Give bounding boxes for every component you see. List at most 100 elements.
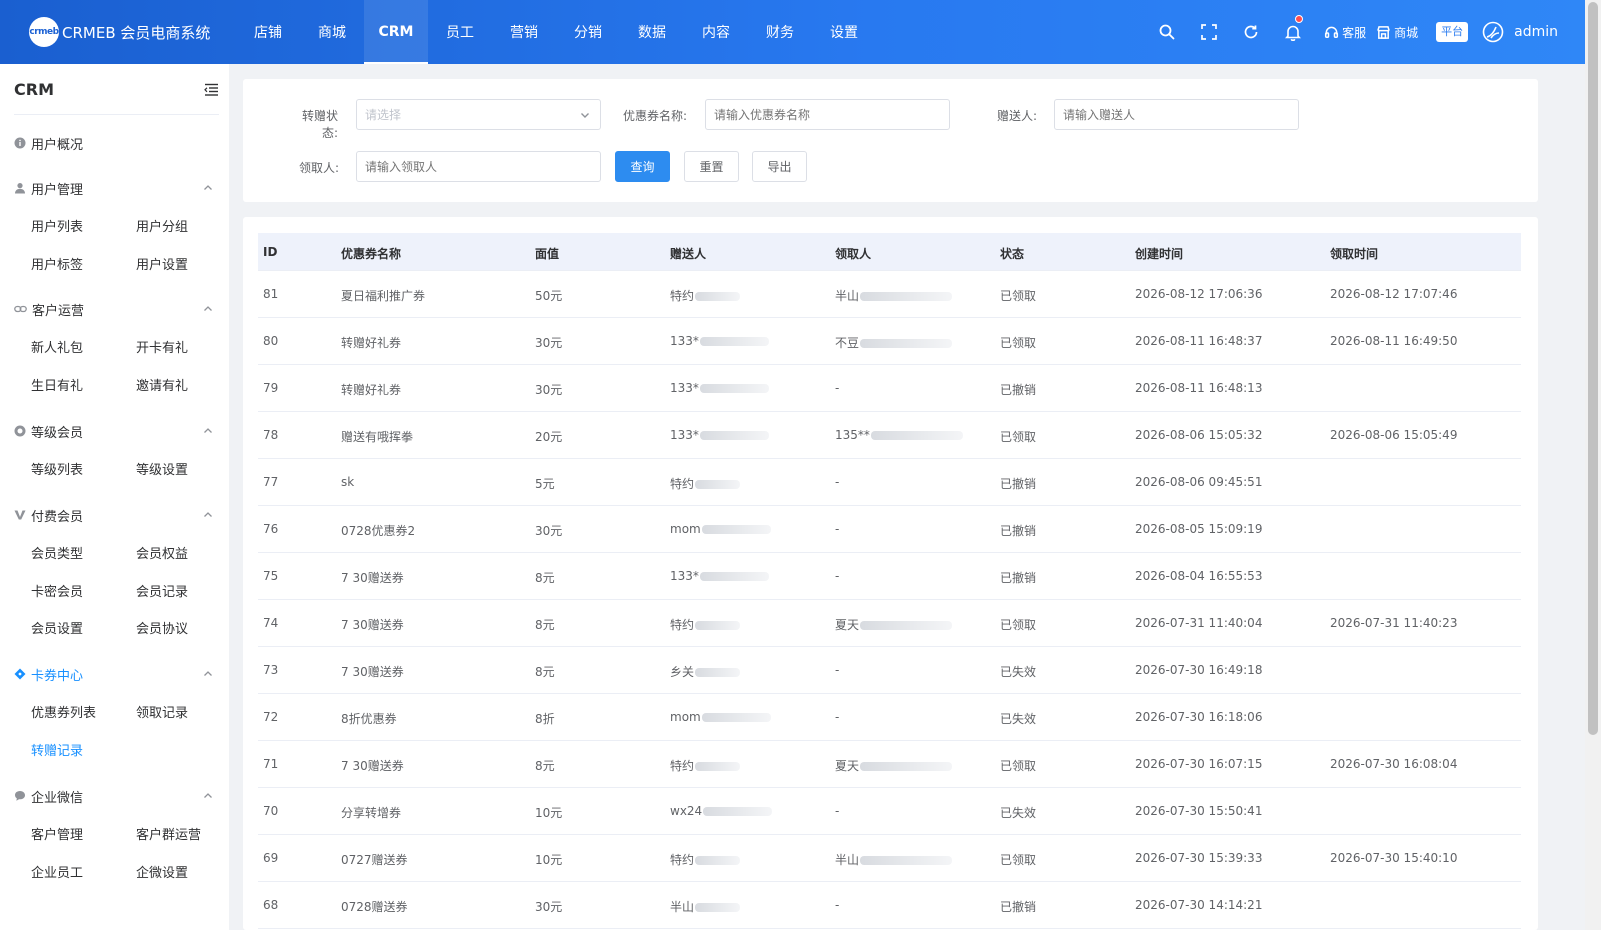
cell-giver: 133* (670, 428, 769, 442)
sidebar-item-1-1[interactable]: 开卡有礼 (136, 337, 188, 356)
sidebar-group-label: 付费会员 (31, 509, 84, 525)
cell-value: 8元 (535, 616, 555, 633)
table-row[interactable]: 68 0728赠送券 30元 半山 - 已撤销 2026-07-30 14:14:21 (258, 882, 1521, 929)
sidebar-item-0-1[interactable]: 用户分组 (136, 216, 188, 235)
sidebar-group-1[interactable]: 客户运营 (14, 299, 213, 319)
transfer-records-panel: ID 优惠券名称 面值 赠送人 领取人 状态 创建时间 领取时间 81 夏日福利推广券 50元 特约… (243, 217, 1538, 930)
sidebar-item-3-2[interactable]: 卡密会员 (31, 581, 83, 600)
sidebar-item-2-1[interactable]: 等级设置 (136, 459, 188, 478)
scrollbar-thumb[interactable] (1588, 2, 1598, 735)
search-icon[interactable] (1146, 0, 1188, 64)
cell-created-text: 2026-08-04 16:55:53 (1135, 569, 1263, 583)
cell-name-text: 0728赠送券 (341, 900, 408, 914)
sidebar-item-5-0[interactable]: 客户管理 (31, 824, 83, 843)
customer-service-link[interactable]: 客服 (1324, 0, 1366, 64)
page-scrollbar[interactable] (1585, 0, 1601, 930)
cell-receiver-text: - (835, 475, 840, 489)
column-header-4: 领取人 (835, 247, 872, 261)
sidebar-item-5-1[interactable]: 客户群运营 (136, 824, 201, 843)
sidebar-group-4[interactable]: 卡券中心 (14, 664, 213, 684)
sidebar-item-4-0[interactable]: 优惠券列表 (31, 702, 96, 721)
coupon-name-input[interactable] (705, 99, 950, 130)
sidebar-item-1-3[interactable]: 邀请有礼 (136, 375, 188, 394)
export-button[interactable]: 导出 (752, 151, 807, 182)
admin-username[interactable]: admin (1514, 24, 1558, 40)
table-row[interactable]: 69 0727赠送券 10元 特约 半山 已领取 2026-07-30 15:39:33 20… (258, 835, 1521, 882)
fullscreen-icon[interactable] (1188, 0, 1230, 64)
cell-receiver: 135** (835, 428, 963, 442)
sidebar-item-3-4[interactable]: 会员设置 (31, 618, 83, 637)
cell-status-text: 已领取 (1000, 289, 1037, 303)
reset-button[interactable]: 重置 (684, 151, 739, 182)
cell-value: 10元 (535, 804, 562, 821)
table-row[interactable]: 74 7 30赠送券 8元 特约 夏天 已领取 2026-07-31 11:40:04 202… (258, 600, 1521, 647)
sidebar-item-2-0[interactable]: 等级列表 (31, 459, 83, 478)
sidebar-group-label: 客户运营 (32, 303, 85, 319)
table-row[interactable]: 70 分享转增券 10元 wx24 - 已失效 2026-07-30 15:50:41 (258, 788, 1521, 835)
cell-value: 30元 (535, 381, 562, 398)
sidebar-group-0[interactable]: 用户管理 (14, 178, 213, 198)
sidebar-item-0-0[interactable]: 用户列表 (31, 216, 83, 235)
search-button[interactable]: 查询 (615, 151, 670, 182)
sidebar-item-0-3[interactable]: 用户设置 (136, 254, 188, 273)
mall-link[interactable]: 商城 (1376, 0, 1418, 64)
cell-receiver: - (835, 522, 839, 536)
nav-item-8[interactable]: 财务 (748, 0, 812, 64)
receiver-input[interactable] (356, 151, 601, 182)
nav-item-1[interactable]: 商城 (300, 0, 364, 64)
cell-name-text: 7 30赠送券 (341, 665, 404, 679)
cell-giver-text: 133* (670, 381, 699, 395)
nav-item-5[interactable]: 分销 (556, 0, 620, 64)
table-row[interactable]: 78 赠送有哦挥拳 20元 133* 135** 已领取 2026-08-06 15:05:… (258, 412, 1521, 459)
sidebar-item-5-2[interactable]: 企业员工 (31, 862, 83, 881)
sidebar-item-3-5[interactable]: 会员协议 (136, 618, 188, 637)
table-row[interactable]: 72 8折优惠券 8折 mom - 已失效 2026-07-30 16:18:06 (258, 694, 1521, 741)
nav-item-6[interactable]: 数据 (620, 0, 684, 64)
table-row[interactable]: 79 转赠好礼券 30元 133* - 已撤销 2026-08-11 16:48:13 (258, 365, 1521, 412)
avatar-icon[interactable] (1482, 21, 1504, 43)
sidebar-group-label: 企业微信 (31, 790, 84, 806)
table-row[interactable]: 71 7 30赠送券 8元 特约 夏天 已领取 2026-07-30 16:07:15 202… (258, 741, 1521, 788)
nav-item-0[interactable]: 店铺 (236, 0, 300, 64)
giver-input[interactable] (1054, 99, 1299, 130)
cell-receiver-text: 135** (835, 428, 870, 442)
table-row[interactable]: 73 7 30赠送券 8元 乡关 - 已失效 2026-07-30 16:49:18 (258, 647, 1521, 694)
table-row[interactable]: 80 转赠好礼券 30元 133* 不豆 已领取 2026-08-11 16:48:37 20… (258, 318, 1521, 365)
cell-receiver: 不豆 (835, 334, 953, 351)
refresh-icon[interactable] (1230, 0, 1272, 64)
nav-item-4[interactable]: 营销 (492, 0, 556, 64)
cell-created: 2026-08-06 09:45:51 (1135, 475, 1262, 489)
brand-logo[interactable]: crmeb CRMEB 会员电商系统 (0, 17, 236, 47)
column-header-2: 面值 (535, 247, 560, 261)
collapse-menu-icon[interactable] (204, 83, 219, 96)
sidebar-item-1-0[interactable]: 新人礼包 (31, 337, 83, 356)
status-select[interactable]: 请选择 (356, 99, 601, 130)
sidebar-item-4-2[interactable]: 转赠记录 (31, 740, 83, 759)
sidebar-item-3-0[interactable]: 会员类型 (31, 543, 83, 562)
sidebar-group-3[interactable]: 付费会员 (14, 505, 213, 525)
table-row[interactable]: 75 7 30赠送券 8元 133* - 已撤销 2026-08-04 16:55:53 (258, 553, 1521, 600)
cell-value-text: 5元 (535, 477, 555, 491)
table-row[interactable]: 81 夏日福利推广券 50元 特约 半山 已领取 2026-08-12 17:06:36 20… (258, 271, 1521, 318)
platform-button[interactable]: 平台 (1436, 22, 1469, 42)
table-row[interactable]: 77 sk 5元 特约 - 已撤销 2026-08-06 09:45:51 (258, 459, 1521, 506)
nav-item-3[interactable]: 员工 (428, 0, 492, 64)
sidebar-item-1-2[interactable]: 生日有礼 (31, 375, 83, 394)
cell-id-text: 75 (263, 569, 279, 583)
nav-item-7[interactable]: 内容 (684, 0, 748, 64)
nav-item-2[interactable]: CRM (364, 0, 428, 64)
sidebar-item-0-2[interactable]: 用户标签 (31, 254, 83, 273)
cell-received: 2026-08-06 15:05:49 (1330, 428, 1457, 442)
cell-id: 73 (263, 663, 278, 677)
bell-icon[interactable] (1272, 0, 1314, 64)
table-row[interactable]: 76 0728优惠券2 30元 mom - 已撤销 2026-08-05 15:09:19 (258, 506, 1521, 553)
nav-item-9[interactable]: 设置 (812, 0, 876, 64)
sidebar-item-3-1[interactable]: 会员权益 (136, 543, 188, 562)
sidebar-group-5[interactable]: 企业微信 (14, 786, 213, 806)
sidebar-group-2[interactable]: 等级会员 (14, 421, 213, 441)
redacted-name (701, 525, 771, 534)
sidebar-item-user-overview[interactable]: 用户概况 (14, 133, 213, 153)
sidebar-item-4-1[interactable]: 领取记录 (136, 702, 188, 721)
sidebar-item-3-3[interactable]: 会员记录 (136, 581, 188, 600)
sidebar-item-5-3[interactable]: 企微设置 (136, 862, 188, 881)
